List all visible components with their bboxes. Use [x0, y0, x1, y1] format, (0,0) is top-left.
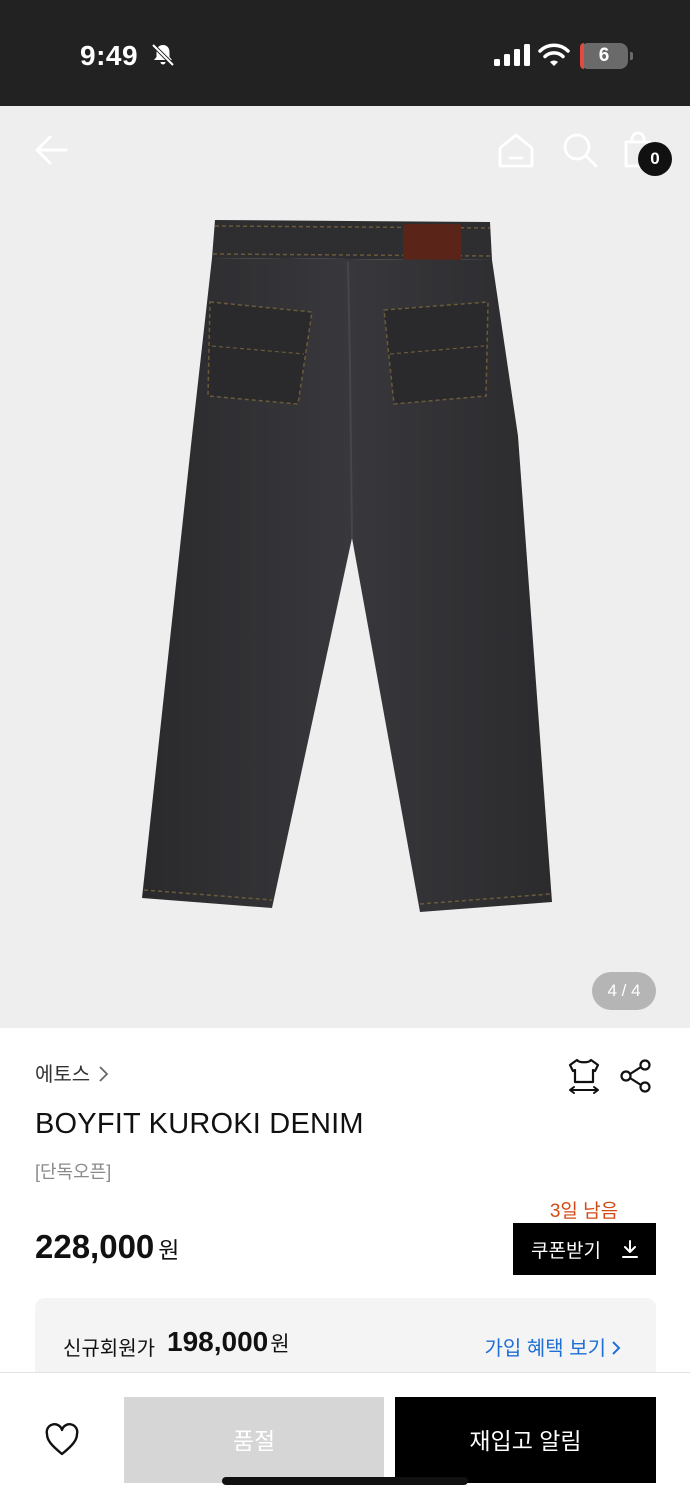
search-icon[interactable]	[558, 128, 602, 172]
price-unit: 원	[158, 1237, 180, 1263]
status-bar: 9:49 6	[0, 0, 690, 106]
signal-icon	[494, 44, 530, 66]
share-icon[interactable]	[616, 1056, 656, 1096]
home-icon[interactable]	[494, 128, 538, 172]
chevron-right-icon	[99, 1066, 109, 1082]
member-price-amount: 198,000	[167, 1326, 269, 1357]
size-guide-icon[interactable]	[564, 1056, 604, 1096]
battery-icon: 6	[580, 43, 633, 69]
download-icon	[622, 1240, 638, 1258]
product-price: 228,000 원	[35, 1228, 179, 1266]
wifi-icon	[538, 43, 570, 66]
bell-slash-icon	[151, 43, 175, 67]
brand-link[interactable]: 에토스	[35, 1058, 110, 1087]
product-photo	[142, 220, 552, 912]
member-price-label: 신규회원가	[63, 1338, 155, 1360]
product-image-gallery[interactable]	[0, 106, 690, 1028]
member-price-unit: 원	[270, 1333, 290, 1356]
battery-level: 6	[598, 45, 610, 66]
chevron-right-icon	[612, 1341, 621, 1355]
brand-name: 에토스	[35, 1064, 91, 1086]
heart-icon[interactable]	[44, 1423, 80, 1457]
status-time: 9:49	[80, 40, 139, 71]
back-arrow-icon[interactable]	[30, 128, 74, 172]
home-indicator	[222, 1477, 468, 1485]
restock-alert-button[interactable]: 재입고 알림	[395, 1397, 656, 1483]
price-amount: 228,000	[35, 1228, 155, 1265]
coupon-button-label: 쿠폰받기	[531, 1240, 601, 1262]
cart-count-badge: 0	[638, 142, 672, 176]
signup-benefit-label: 가입 혜택 보기	[484, 1338, 606, 1360]
signup-benefit-link[interactable]: 가입 혜택 보기	[484, 1332, 622, 1361]
image-pager: 4 / 4	[592, 972, 656, 1010]
coupon-days-left: 3일 남음	[549, 1201, 619, 1222]
get-coupon-button[interactable]: 쿠폰받기	[513, 1223, 656, 1275]
soldout-button: 품절	[124, 1397, 384, 1483]
member-price: 198,000원	[167, 1326, 290, 1358]
product-tag: [단독오픈]	[35, 1162, 112, 1182]
product-title: BOYFIT KUROKI DENIM	[35, 1108, 364, 1140]
